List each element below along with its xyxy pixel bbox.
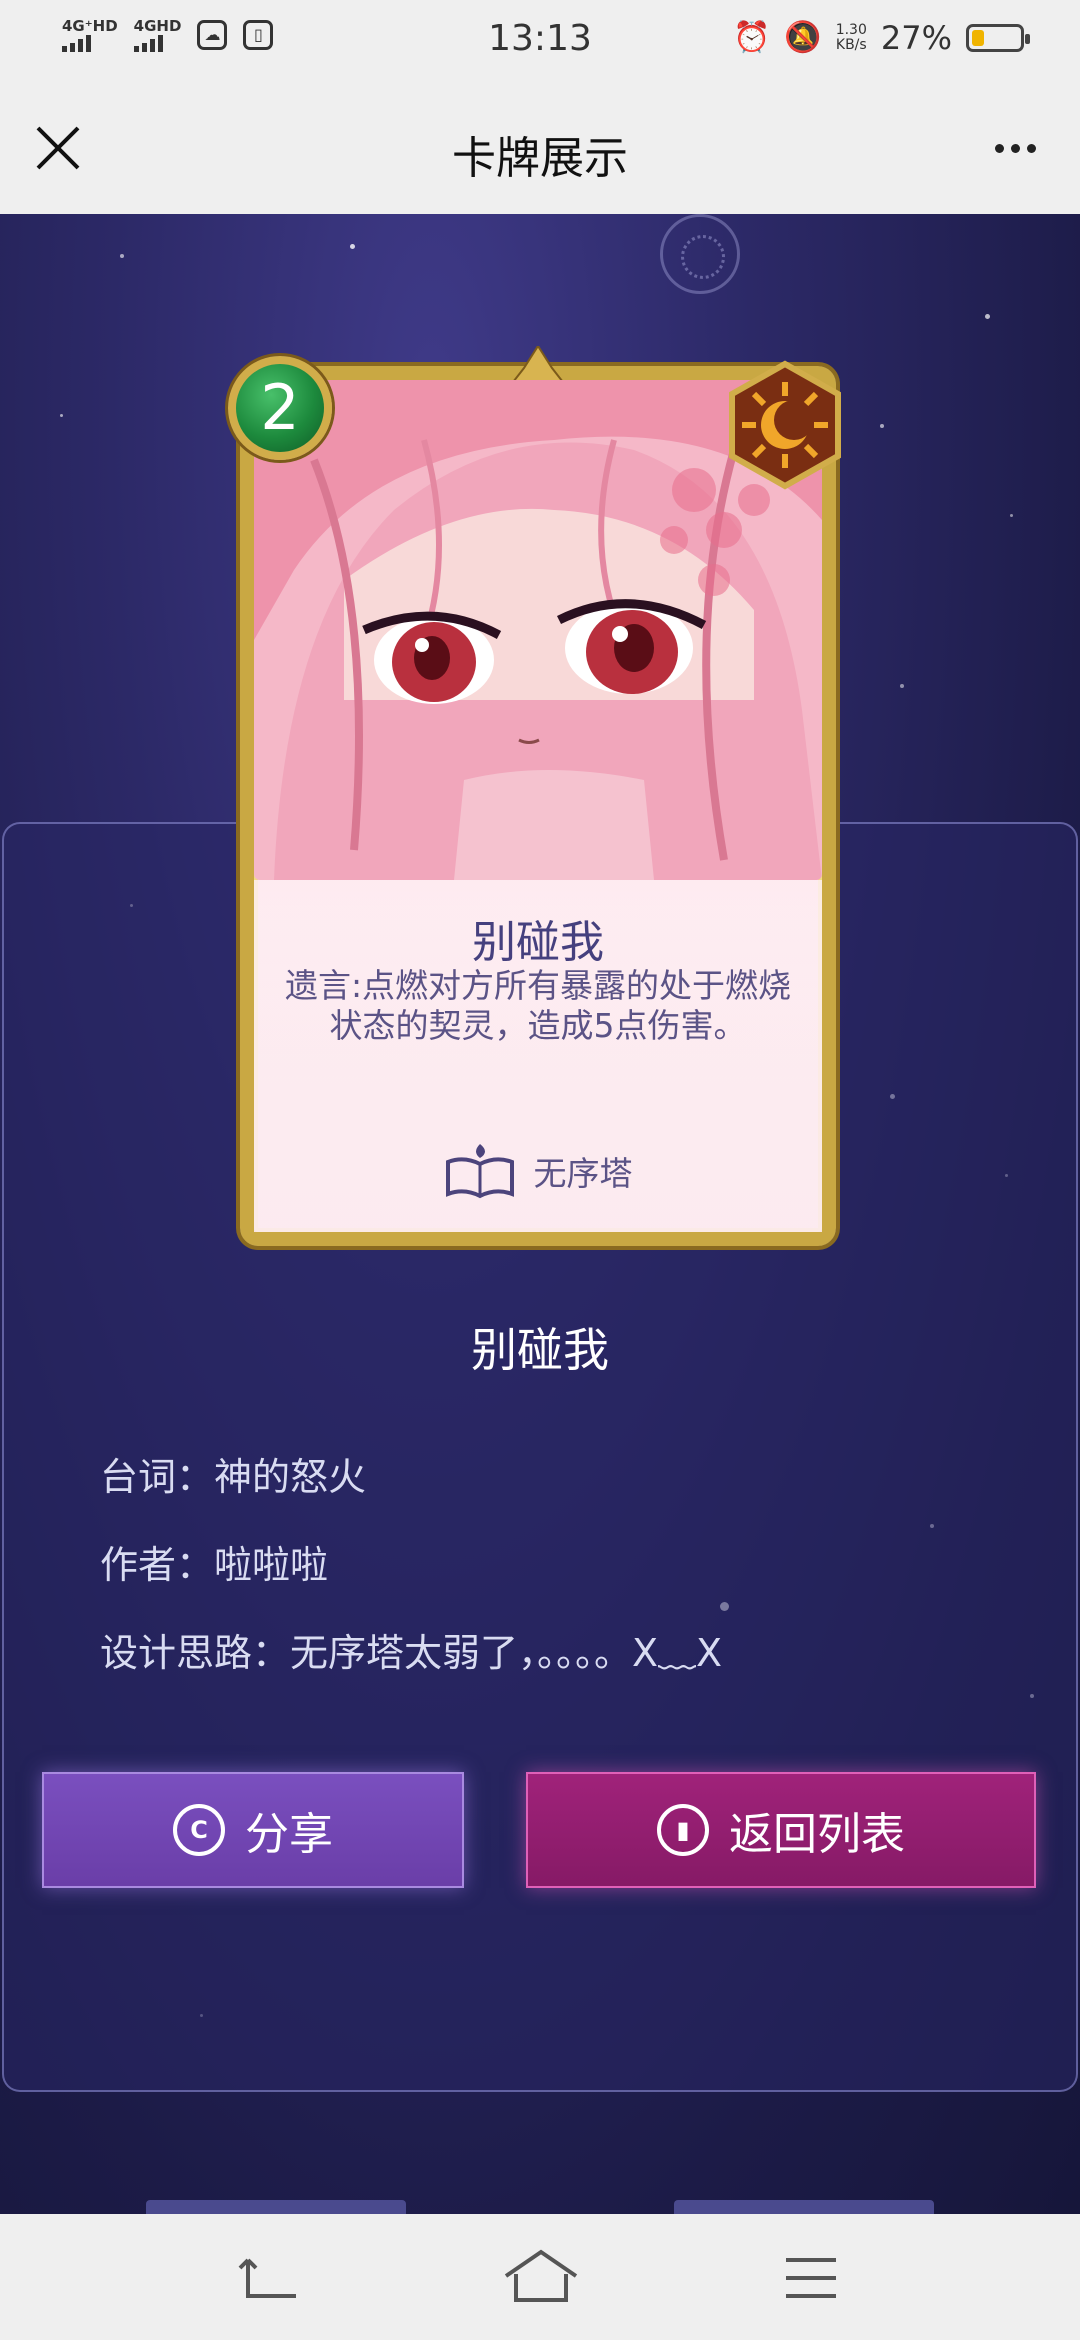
bottom-tab-right[interactable] [674, 2200, 934, 2214]
page-title: 卡牌展示 [452, 133, 628, 184]
quote-line: 台词：神的怒火 [100, 1446, 366, 1501]
status-right-group: ⏰ 🔕 1.30 KB/s 27% [732, 18, 1030, 58]
net-speed: 1.30 KB/s [836, 23, 867, 53]
back-icon [238, 2258, 296, 2298]
title-bar: 卡牌展示 [0, 84, 1080, 214]
game-card[interactable]: 别碰我 遗言:点燃对方所有暴露的处于燃烧状态的契灵，造成5点伤害。 无序塔 2 [228, 346, 841, 1246]
card-faction-name: 无序塔 [533, 1154, 633, 1193]
design-line: 设计思路：无序塔太弱了，。。。。X﹏X [100, 1622, 722, 1677]
design-label: 设计思路： [100, 1631, 291, 1675]
cost-gem-icon: 2 [228, 356, 332, 460]
nav-back-button[interactable] [226, 2246, 316, 2310]
card-cost: 2 [260, 371, 300, 444]
quote-label: 台词： [100, 1455, 215, 1499]
system-nav-bar [0, 2214, 1080, 2340]
share-icon: C [173, 1804, 225, 1856]
more-icon [994, 143, 1004, 153]
more-button[interactable] [980, 120, 1050, 176]
bell-off-icon: 🔕 [784, 20, 822, 55]
net-speed-value: 1.30 [835, 22, 867, 38]
card-faction: 无序塔 [240, 1142, 836, 1200]
battery-percent: 27% [880, 19, 952, 57]
battery-icon [966, 24, 1030, 52]
back-button-label: 返回列表 [729, 1809, 905, 1860]
alarm-icon: ⏰ [732, 20, 771, 55]
home-icon [504, 2249, 578, 2302]
background-emblem [660, 214, 740, 294]
card-name: 别碰我 [472, 917, 604, 968]
share-button[interactable]: C 分享 [42, 1772, 464, 1888]
design-value: 无序塔太弱了，。。。。X﹏X [290, 1631, 723, 1675]
share-button-label: 分享 [245, 1809, 333, 1860]
net-speed-unit: KB/s [835, 37, 867, 53]
author-label: 作者： [100, 1543, 215, 1587]
nav-home-button[interactable] [496, 2246, 586, 2310]
status-bar: 4G⁺HD 4GHD ☁ ▯ 13:13 ⏰ 🔕 1.30 KB/s 27% [0, 0, 1080, 84]
sun-moon-icon [729, 360, 841, 490]
card-detail-view[interactable]: 别碰我 遗言:点燃对方所有暴露的处于燃烧状态的契灵，造成5点伤害。 无序塔 2 [0, 214, 1080, 2214]
menu-icon [786, 2258, 836, 2298]
book-icon [445, 1144, 514, 1199]
card-title: 别碰我 [471, 1323, 609, 1377]
battery-fill [972, 30, 985, 46]
author-value: 啦啦啦 [214, 1543, 329, 1587]
nav-menu-button[interactable] [766, 2246, 856, 2310]
author-line: 作者：啦啦啦 [100, 1534, 328, 1589]
bottom-tab-left[interactable] [146, 2200, 406, 2214]
quote-value: 神的怒火 [214, 1455, 367, 1499]
back-to-list-button[interactable]: ▮ 返回列表 [526, 1772, 1036, 1888]
cards-icon: ▮ [657, 1804, 709, 1856]
card-description: 遗言:点燃对方所有暴露的处于燃烧状态的契灵，造成5点伤害。 [284, 966, 792, 1045]
